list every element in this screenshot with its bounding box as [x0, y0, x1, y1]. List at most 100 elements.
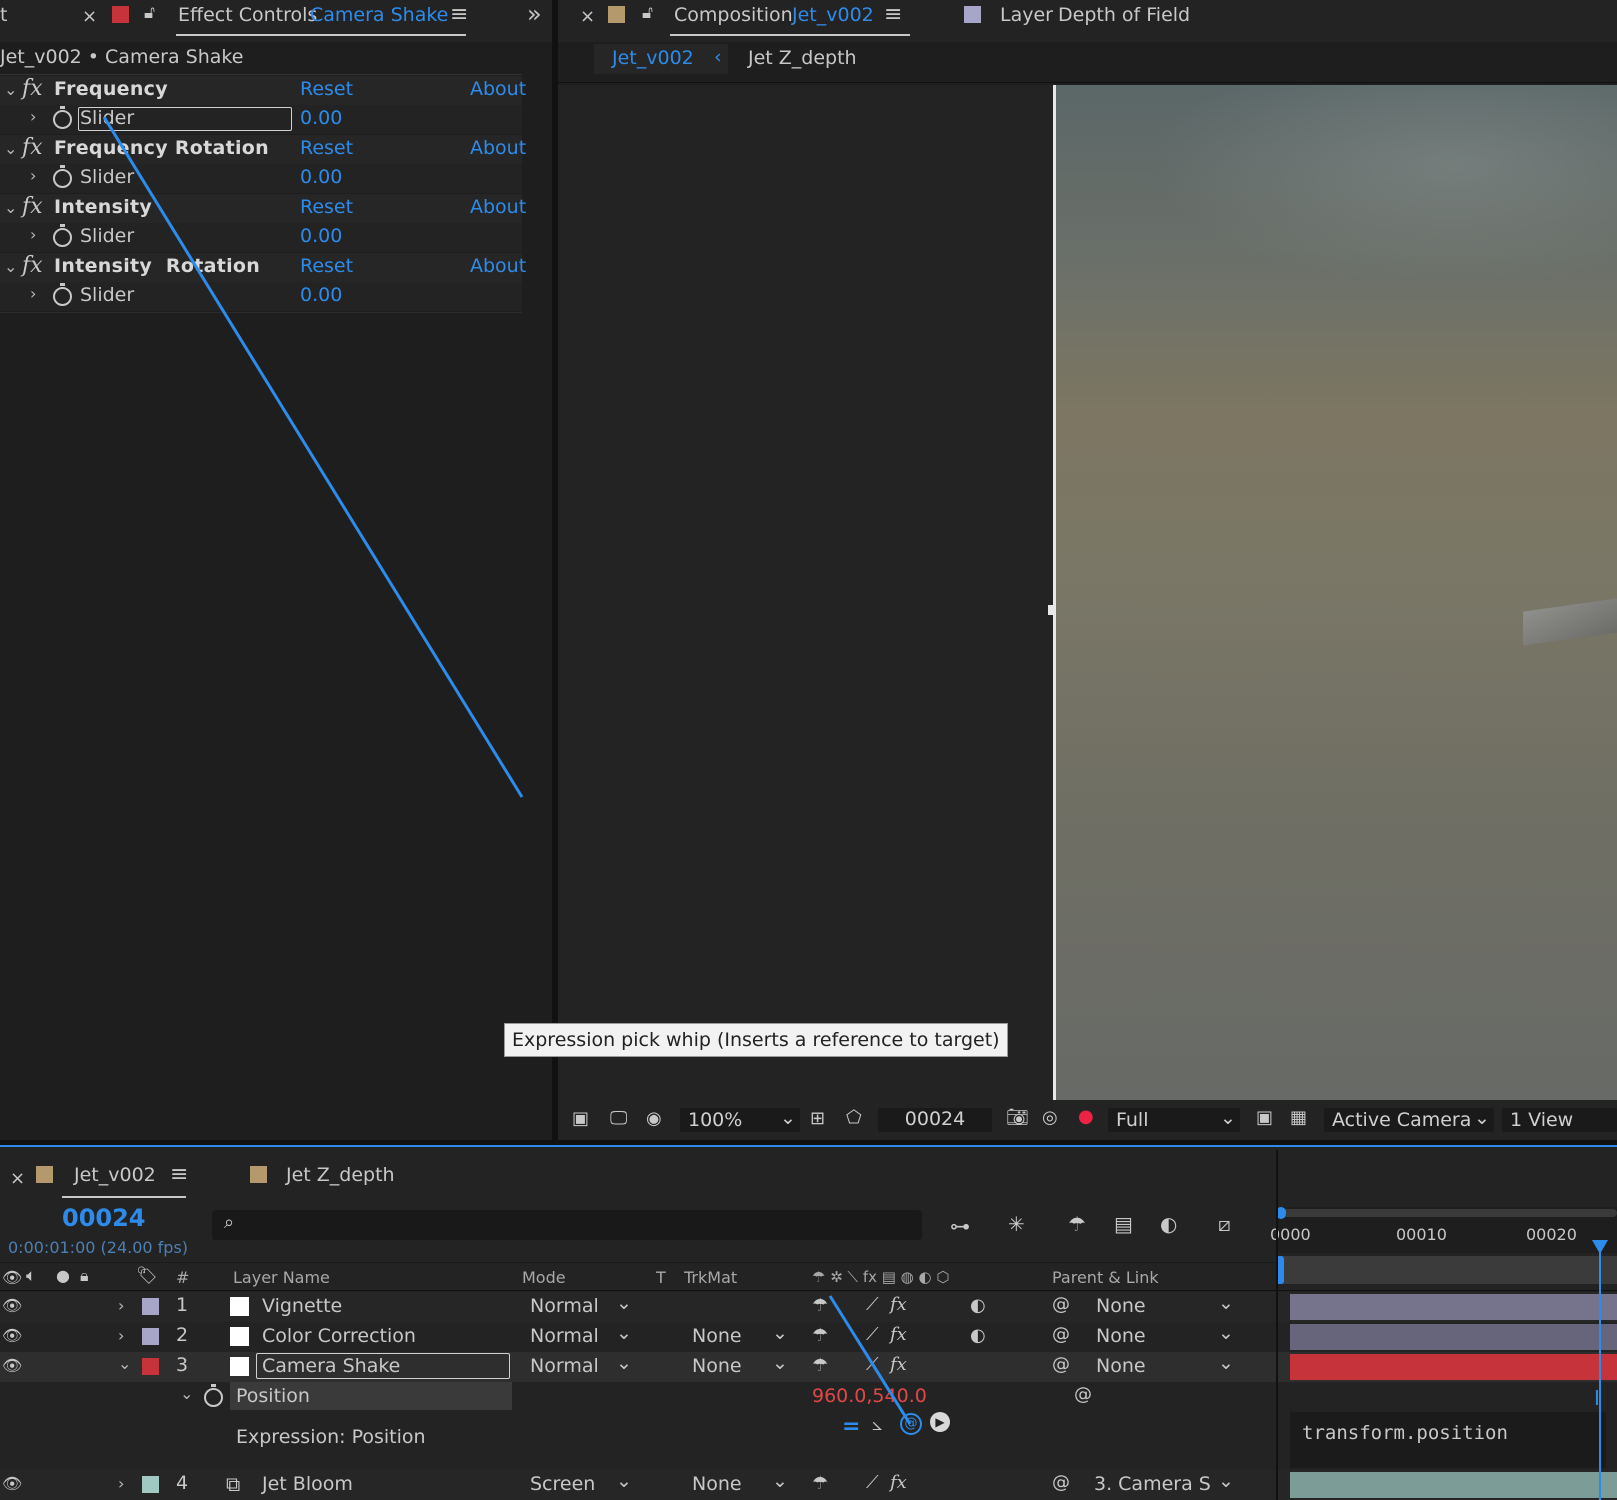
- overflow-chevrons-icon[interactable]: »: [527, 0, 542, 28]
- mode-dropdown[interactable]: Normal: [530, 1325, 599, 1347]
- chevron-down-icon[interactable]: ⌄: [1218, 1322, 1234, 1344]
- label-color-swatch[interactable]: [142, 1298, 159, 1315]
- column-header-trkmat[interactable]: TrkMat: [684, 1268, 737, 1287]
- search-input[interactable]: ⌕: [212, 1210, 922, 1240]
- layer-name[interactable]: Vignette: [262, 1295, 342, 1317]
- timeline-tab-jet-v002[interactable]: Jet_v002: [74, 1164, 156, 1186]
- chevron-right-icon[interactable]: ›: [30, 107, 36, 126]
- region-of-interest-icon[interactable]: ▣: [572, 1108, 589, 1129]
- about-link[interactable]: About: [470, 78, 526, 100]
- audio-icon[interactable]: 🔈︎: [26, 1266, 36, 1286]
- stopwatch-icon[interactable]: [53, 106, 72, 129]
- close-icon[interactable]: ×: [580, 6, 595, 27]
- chevron-down-icon[interactable]: ⌄: [616, 1292, 632, 1314]
- chevron-down-icon[interactable]: ⌄: [4, 139, 17, 158]
- column-header-parent[interactable]: Parent & Link: [1052, 1268, 1159, 1287]
- pick-whip-spiral-icon[interactable]: @: [1052, 1324, 1070, 1345]
- chevron-down-icon[interactable]: ⌄: [1218, 1470, 1234, 1492]
- draft-3d-icon[interactable]: ✳︎: [1008, 1212, 1025, 1236]
- parent-dropdown[interactable]: 3. Camera Sha: [1094, 1473, 1212, 1495]
- shy-icon[interactable]: ☂︎: [812, 1473, 828, 1494]
- fx-icon[interactable]: fx: [890, 1354, 907, 1375]
- eye-icon[interactable]: 👁︎: [2, 1474, 22, 1493]
- chevron-right-icon[interactable]: ›: [118, 1326, 124, 1345]
- composition-viewer[interactable]: [1048, 85, 1617, 1100]
- eye-icon[interactable]: 👁︎: [2, 1326, 22, 1345]
- timeline-split-divider[interactable]: [1276, 1150, 1278, 1500]
- expression-graph-icon[interactable]: ⦣: [872, 1414, 882, 1435]
- shy-icon[interactable]: ☂︎: [812, 1295, 828, 1316]
- layer-name[interactable]: Jet Bloom: [262, 1473, 353, 1495]
- trkmat-dropdown[interactable]: None: [692, 1325, 742, 1347]
- layer-tab-name[interactable]: Depth of Field: [1058, 4, 1190, 26]
- param-row-intensity-rotation-slider[interactable]: › Slider 0.00: [0, 282, 522, 311]
- reset-link[interactable]: Reset: [300, 255, 353, 277]
- shy-icon[interactable]: ☂︎: [812, 1325, 828, 1346]
- effect-row-intensity[interactable]: ⌄ fx Intensity Reset About: [0, 194, 526, 223]
- mask-visibility-icon[interactable]: ◉: [646, 1108, 662, 1129]
- layer-bar[interactable]: [1290, 1472, 1617, 1498]
- chevron-down-icon[interactable]: ⌄: [1218, 1352, 1234, 1374]
- subtab-jet-z-depth[interactable]: Jet Z_depth: [748, 47, 857, 69]
- chevron-down-icon[interactable]: ⌄: [4, 198, 17, 217]
- display-icon[interactable]: 🖵︎: [610, 1108, 627, 1129]
- eye-icon[interactable]: 👁︎: [2, 1356, 22, 1375]
- comp-mini-flowchart-icon[interactable]: ⊶: [950, 1214, 970, 1238]
- zoom-dropdown[interactable]: 100% ⌄: [680, 1107, 800, 1132]
- effect-row-frequency-rotation[interactable]: ⌄ fx Frequency Rotation Reset About: [0, 135, 526, 164]
- expression-editor[interactable]: transform.position: [1290, 1412, 1606, 1468]
- panel-target[interactable]: Camera Shake: [310, 4, 448, 26]
- work-area-bar[interactable]: [1280, 1209, 1617, 1217]
- eye-icon[interactable]: 👁︎: [2, 1268, 22, 1287]
- fx-icon[interactable]: fx: [890, 1294, 907, 1315]
- effect-row-frequency[interactable]: ⌄ fx Frequency Reset About: [0, 76, 526, 105]
- stopwatch-icon[interactable]: [204, 1384, 223, 1407]
- chevron-down-icon[interactable]: ⌄: [180, 1384, 193, 1403]
- column-header-number[interactable]: #: [176, 1268, 189, 1287]
- adjustment-layer-icon[interactable]: ◐: [970, 1295, 986, 1316]
- column-header-mode[interactable]: Mode: [522, 1268, 566, 1287]
- about-link[interactable]: About: [470, 137, 526, 159]
- param-value[interactable]: 0.00: [300, 107, 342, 129]
- camera-snapshot-icon[interactable]: 📷︎: [1006, 1107, 1029, 1128]
- frame-blending-icon[interactable]: ▤: [1114, 1212, 1133, 1236]
- param-row-frequency-slider[interactable]: › Slider 0.00: [0, 105, 522, 134]
- stopwatch-icon[interactable]: [53, 283, 72, 306]
- parent-dropdown[interactable]: None: [1096, 1325, 1146, 1347]
- panel-menu-icon[interactable]: ≡: [450, 2, 468, 27]
- pick-whip-spiral-icon[interactable]: @: [1074, 1384, 1092, 1405]
- quality-icon[interactable]: ⟋: [866, 1324, 879, 1345]
- about-link[interactable]: About: [470, 196, 526, 218]
- property-row-position[interactable]: ⌄ Position 960.0,540.0 @: [0, 1382, 1617, 1412]
- layer-name[interactable]: Camera Shake: [262, 1355, 400, 1377]
- channels-icon[interactable]: ●: [1078, 1106, 1094, 1127]
- label-color-swatch[interactable]: [142, 1328, 159, 1345]
- param-value[interactable]: 0.00: [300, 225, 342, 247]
- pick-whip-spiral-icon[interactable]: @: [1052, 1354, 1070, 1375]
- fast-previews-icon[interactable]: ▣: [1256, 1107, 1273, 1128]
- chevron-down-icon[interactable]: ⌄: [4, 80, 17, 99]
- parent-dropdown[interactable]: None: [1096, 1295, 1146, 1317]
- expression-text[interactable]: transform.position: [1302, 1422, 1508, 1444]
- fx-icon[interactable]: fx: [890, 1324, 907, 1345]
- reset-link[interactable]: Reset: [300, 137, 353, 159]
- current-time-display[interactable]: 00024: [62, 1204, 146, 1232]
- quality-icon[interactable]: ⟋: [866, 1472, 879, 1493]
- chevron-down-icon[interactable]: ⌄: [772, 1470, 788, 1492]
- viewer-pasteboard[interactable]: [558, 85, 1053, 1100]
- time-ruler[interactable]: 0000 00010 00020: [1270, 1207, 1617, 1253]
- chevron-right-icon[interactable]: ›: [118, 1296, 124, 1315]
- panel-menu-icon[interactable]: ≡: [170, 1162, 188, 1187]
- chevron-down-icon[interactable]: ⌄: [616, 1322, 632, 1344]
- layer-bar[interactable]: [1290, 1294, 1617, 1320]
- show-snapshot-icon[interactable]: ◎: [1042, 1107, 1058, 1128]
- stopwatch-icon[interactable]: [53, 224, 72, 247]
- lock-icon[interactable]: 🔒︎: [80, 1266, 89, 1286]
- param-row-frequency-rotation-slider[interactable]: › Slider 0.00: [0, 164, 522, 193]
- layer-bar[interactable]: [1290, 1354, 1617, 1380]
- chevron-down-icon[interactable]: ⌄: [118, 1354, 131, 1373]
- quality-icon[interactable]: ⟋: [866, 1354, 879, 1375]
- lock-icon[interactable]: 🔓︎: [642, 3, 653, 23]
- mode-dropdown[interactable]: Screen: [530, 1473, 595, 1495]
- mask-path-icon[interactable]: ⬠: [846, 1107, 862, 1128]
